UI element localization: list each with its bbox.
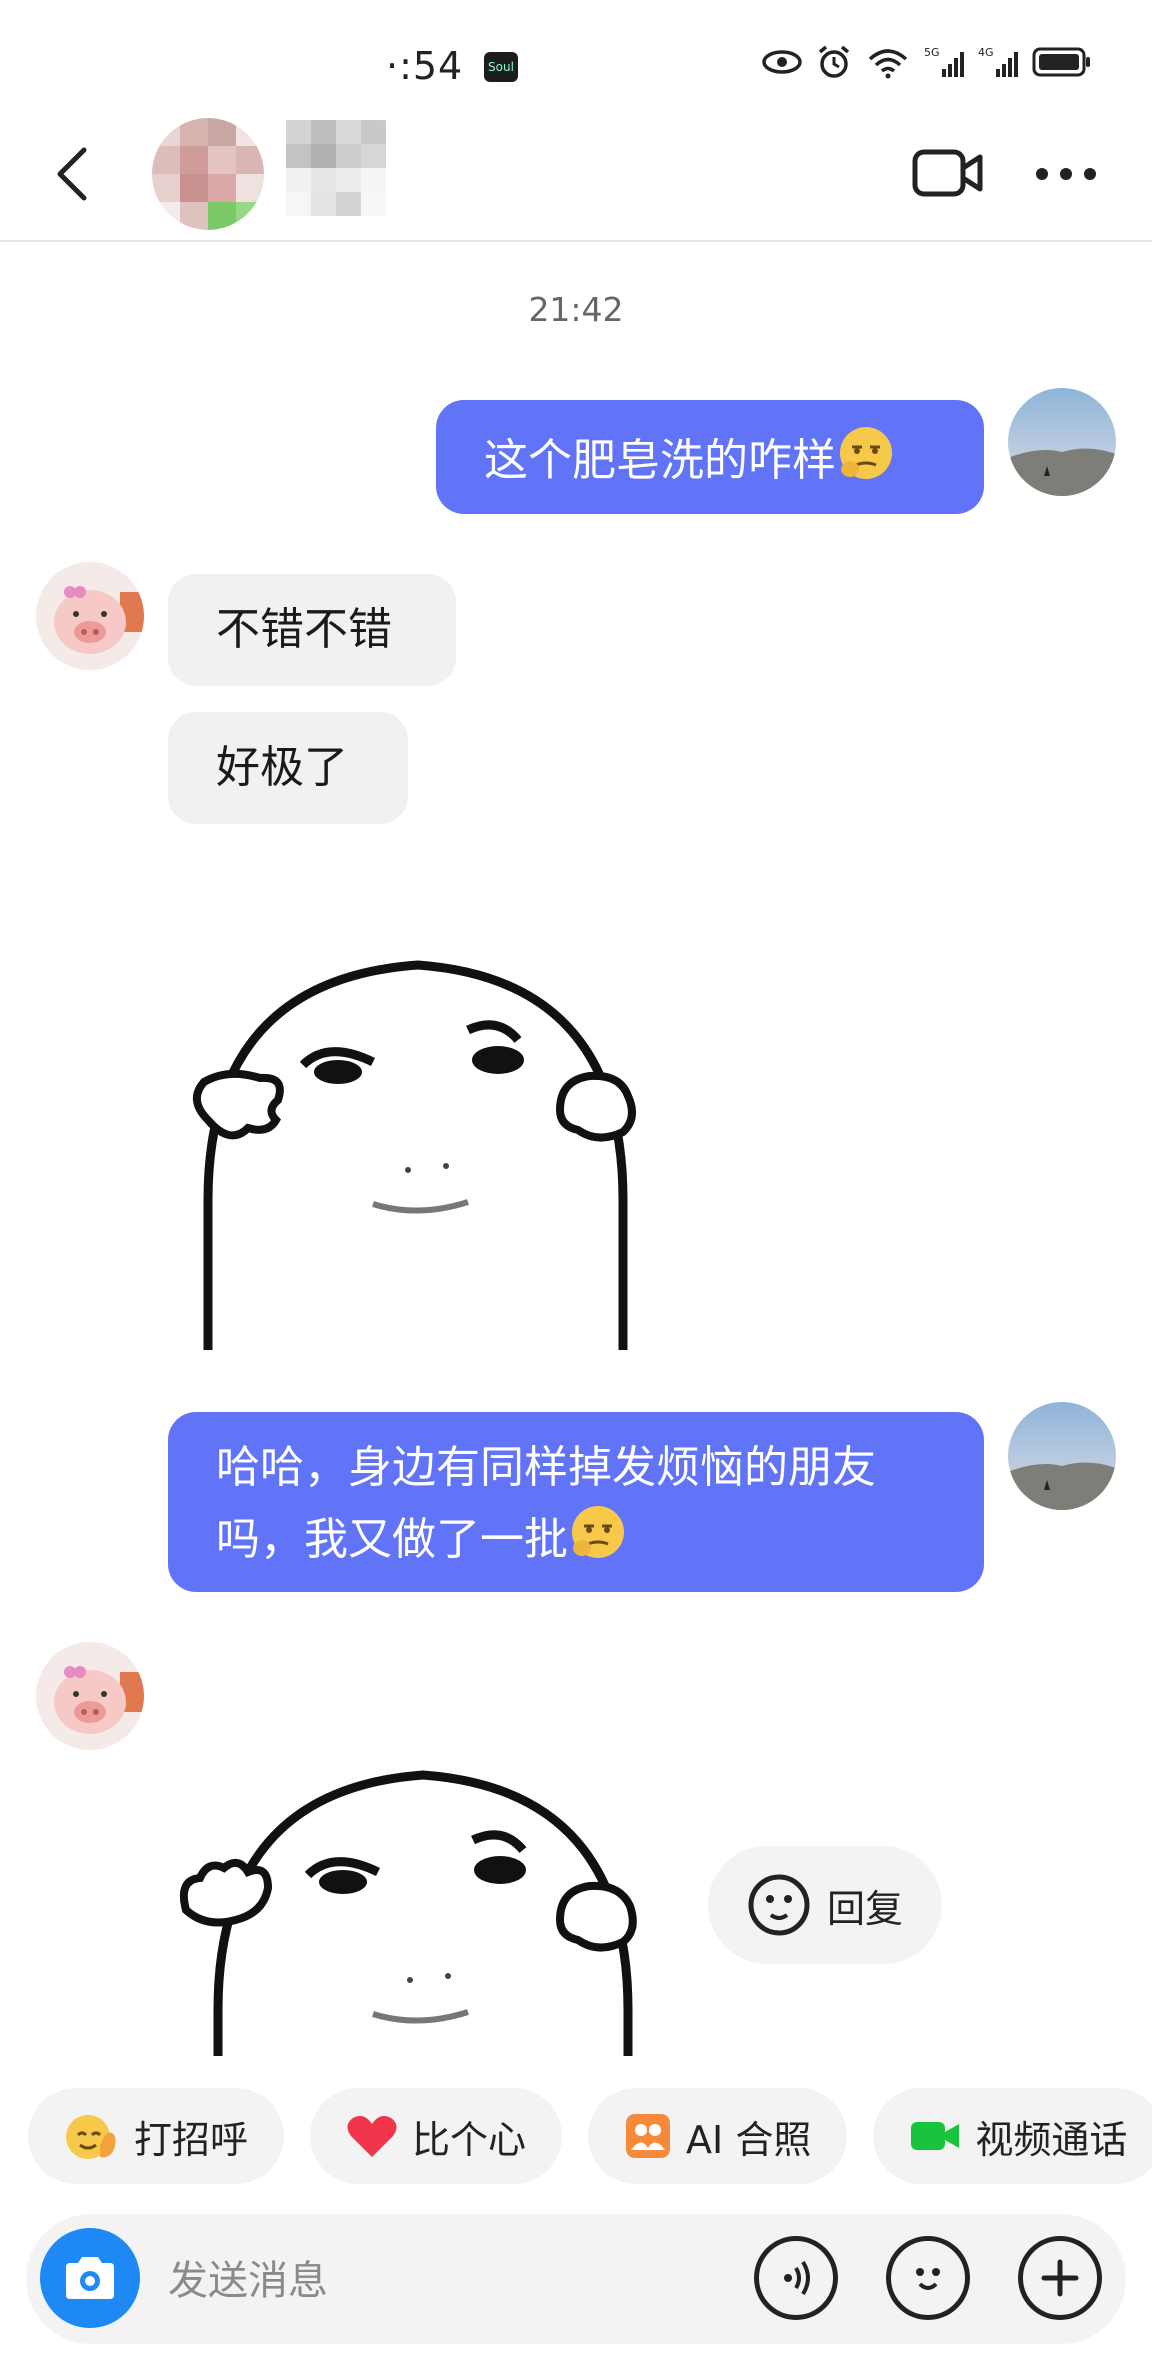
quick-actions-row: 打招呼 比个心 AI 合照 视频通话 [28,2088,1152,2184]
plus-icon [1041,2259,1079,2297]
sticker-image[interactable] [168,1760,678,2056]
wave-hand-icon [66,2115,116,2159]
video-call-button[interactable] [912,148,984,198]
message-bubble-received[interactable]: 好极了 [168,712,408,824]
video-call-icon [911,2122,960,2150]
smirk-emoji-icon [568,1502,628,1582]
eye-icon [762,50,802,74]
smirk-emoji-icon [836,423,896,503]
voice-message-button[interactable] [754,2236,838,2320]
message-text: 不错不错 [216,604,392,655]
sticker-image[interactable] [168,950,668,1354]
message-text: 好极了 [216,742,348,793]
quick-action-greet[interactable]: 打招呼 [28,2088,285,2184]
reply-label: 回复 [826,1886,903,1931]
message-text-line: 吗，我又做了一批 [216,1502,936,1582]
svg-text:4G: 4G [978,46,994,59]
signal-4g-icon: 4G [978,46,1018,77]
chip-label: 打招呼 [134,2117,249,2162]
contact-name [286,120,386,216]
heart-icon [347,2116,397,2157]
my-avatar[interactable] [1008,388,1116,496]
battery-icon [1032,47,1090,77]
chip-label: AI 合照 [686,2117,812,2162]
more-dots-icon [1036,168,1096,180]
emoji-button[interactable] [886,2236,970,2320]
message-text-line: 哈哈，身边有同样掉发烦恼的朋友 [216,1442,876,1493]
svg-text:5G: 5G [924,46,940,59]
camera-icon [66,2257,114,2299]
chat-timestamp: 21:42 [528,290,624,329]
contact-chat-avatar[interactable] [36,562,144,670]
voice-wave-icon [784,2260,810,2296]
wifi-icon [868,49,908,79]
message-text: 这个肥皂洗的咋样 [484,435,836,486]
chip-label: 视频通话 [975,2117,1128,2162]
back-button[interactable] [48,144,98,204]
more-actions-button[interactable] [1018,2236,1102,2320]
camera-button[interactable] [40,2228,140,2328]
quick-action-heart[interactable]: 比个心 [310,2088,563,2184]
quick-action-ai-photo[interactable]: AI 合照 [588,2088,848,2184]
soul-app-badge: Soul [484,52,518,82]
contact-chat-avatar[interactable] [36,1642,144,1750]
message-bubble-received[interactable]: 不错不错 [168,574,456,686]
quick-action-video-call[interactable]: 视频通话 [873,2088,1152,2184]
chevron-left-icon [57,147,87,201]
status-time: ·:54 [386,44,464,88]
chip-label: 比个心 [412,2117,527,2162]
emoji-face-icon [916,2268,940,2290]
message-bubble-sent[interactable]: 这个肥皂洗的咋样 [436,400,984,514]
alarm-icon [818,45,850,78]
my-avatar[interactable] [1008,1402,1116,1510]
status-icons: 5G 4G [762,44,1092,80]
smile-face-icon [748,1874,810,1936]
contact-avatar[interactable] [152,118,264,230]
signal-5g-icon: 5G [924,46,964,77]
more-options-button[interactable] [1034,160,1098,188]
reply-button[interactable]: 回复 [708,1846,942,1964]
ai-photo-icon [626,2114,671,2158]
message-bubble-sent[interactable]: 哈哈，身边有同样掉发烦恼的朋友 吗，我又做了一批 [168,1412,984,1592]
video-camera-icon [912,149,983,197]
message-input[interactable] [166,2240,730,2322]
